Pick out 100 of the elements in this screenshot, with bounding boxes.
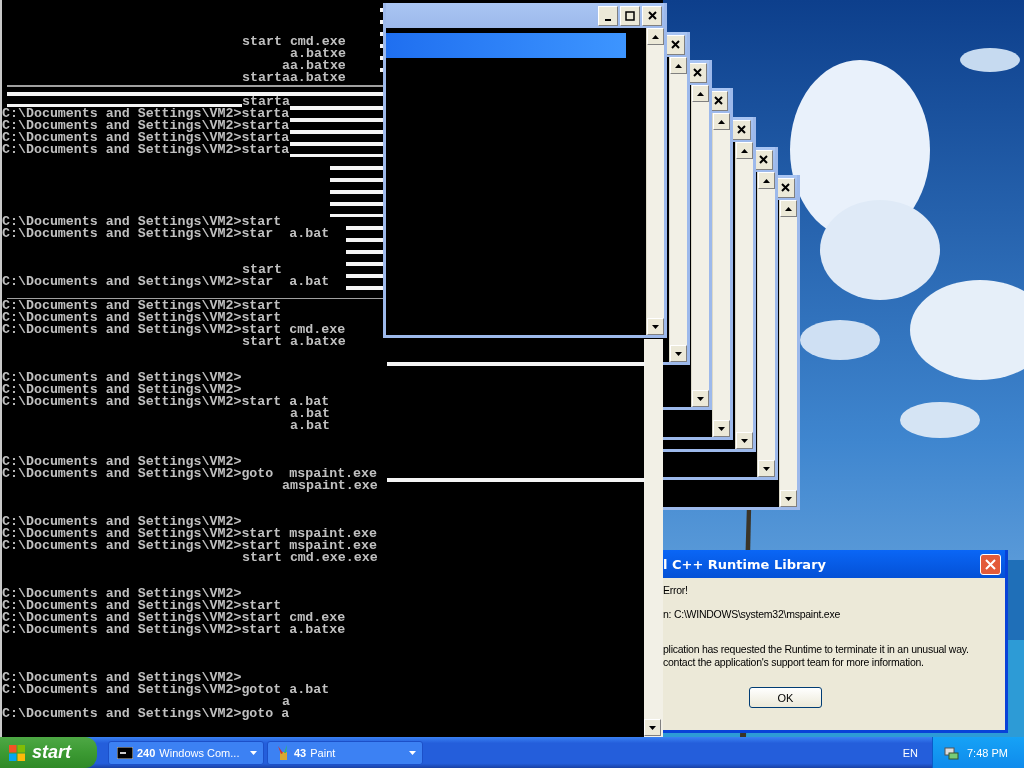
scroll-down-button[interactable] bbox=[647, 318, 664, 335]
console-line: C:\Documents and Settings\VM2> bbox=[2, 588, 242, 600]
up-arrow-icon bbox=[718, 119, 725, 124]
dialog-title: l C++ Runtime Library bbox=[663, 556, 827, 572]
close-button[interactable] bbox=[731, 119, 751, 140]
console-line: C:\Documents and Settings\VM2>start bbox=[2, 300, 282, 312]
scrollbar[interactable] bbox=[779, 200, 797, 507]
up-arrow-icon bbox=[741, 148, 748, 153]
glitch-line bbox=[330, 214, 385, 217]
close-button[interactable] bbox=[642, 5, 662, 26]
scroll-up-button[interactable] bbox=[713, 113, 730, 130]
console-line: C:\Documents and Settings\VM2> bbox=[2, 384, 242, 396]
paint-icon bbox=[276, 744, 290, 761]
scrollbar[interactable] bbox=[644, 339, 663, 737]
task-label: Paint bbox=[310, 746, 337, 759]
window-count: 240 bbox=[137, 746, 156, 759]
console-line: start a.batxe bbox=[242, 336, 346, 348]
console-line: C:\Documents and Settings\VM2>star a.bat bbox=[2, 276, 330, 288]
console-line: a.bat bbox=[290, 420, 330, 432]
close-icon bbox=[780, 183, 790, 192]
close-icon bbox=[985, 558, 996, 570]
console-line: C:\Documents and Settings\VM2> bbox=[2, 372, 242, 384]
scrollbar[interactable] bbox=[691, 85, 709, 407]
scroll-down-button[interactable] bbox=[644, 719, 661, 736]
console-icon bbox=[117, 746, 133, 759]
scrollbar[interactable] bbox=[646, 28, 664, 335]
scroll-down-button[interactable] bbox=[758, 460, 775, 477]
close-icon bbox=[713, 96, 723, 105]
down-arrow-icon bbox=[741, 438, 748, 443]
clock: 7:48 PM bbox=[967, 746, 1008, 759]
up-arrow-icon bbox=[785, 206, 792, 211]
scrollbar[interactable] bbox=[669, 57, 687, 362]
dialog-message: n: C:\WINDOWS\system32\mspaint.exe bbox=[663, 608, 842, 621]
taskbar-button[interactable]: 43 Paint bbox=[267, 740, 423, 765]
close-button[interactable] bbox=[665, 34, 685, 55]
console-line: C:\Documents and Settings\VM2>start cmd.exe bbox=[2, 612, 346, 624]
down-arrow-icon bbox=[649, 725, 656, 730]
down-arrow-icon bbox=[697, 396, 704, 401]
scroll-up-button[interactable] bbox=[647, 28, 664, 45]
network-icon[interactable] bbox=[943, 744, 959, 761]
console-line: C:\Documents and Settings\VM2>gotot a.bat bbox=[2, 684, 330, 696]
console-line: start bbox=[242, 264, 282, 276]
maximize-button[interactable] bbox=[620, 5, 640, 26]
console-line: C:\Documents and Settings\VM2>start a.bat bbox=[2, 396, 330, 408]
scrollbar[interactable] bbox=[735, 142, 753, 449]
console-line: aa.batxe bbox=[282, 60, 346, 72]
console-line: amspaint.exe bbox=[282, 480, 378, 492]
console-line: C:\Documents and Settings\VM2>starta bbox=[2, 120, 290, 132]
scrollbar[interactable] bbox=[757, 172, 775, 477]
close-icon bbox=[736, 125, 746, 134]
console-line: starta bbox=[242, 96, 290, 108]
console-line: C:\Documents and Settings\VM2>start mspaint.exe bbox=[2, 540, 378, 552]
scroll-up-button[interactable] bbox=[758, 172, 775, 189]
close-icon bbox=[647, 11, 657, 20]
minimize-button[interactable] bbox=[598, 5, 618, 26]
scroll-down-button[interactable] bbox=[713, 420, 730, 437]
scrollbar[interactable] bbox=[712, 113, 730, 437]
language-indicator[interactable]: EN bbox=[902, 746, 918, 759]
dialog-message: Error! bbox=[663, 584, 689, 597]
scroll-down-button[interactable] bbox=[670, 345, 687, 362]
down-arrow-icon bbox=[652, 324, 659, 329]
scroll-up-button[interactable] bbox=[670, 57, 687, 74]
start-button[interactable]: start bbox=[0, 737, 97, 768]
console-line: a.batxe bbox=[290, 48, 346, 60]
console-line: C:\Documents and Settings\VM2>start a.batxe bbox=[2, 624, 346, 636]
down-arrow-icon bbox=[718, 426, 725, 431]
scroll-up-button[interactable] bbox=[736, 142, 753, 159]
down-arrow-icon bbox=[675, 351, 682, 356]
window-count: 43 bbox=[294, 746, 307, 759]
console-line: C:\Documents and Settings\VM2>starta bbox=[2, 132, 290, 144]
up-arrow-icon bbox=[652, 34, 659, 39]
scroll-up-button[interactable] bbox=[780, 200, 797, 217]
console-line: C:\Documents and Settings\VM2>start bbox=[2, 216, 282, 228]
console-line: C:\Documents and Settings\VM2>star a.bat bbox=[2, 228, 330, 240]
up-arrow-icon bbox=[763, 178, 770, 183]
console-line: C:\Documents and Settings\VM2>starta bbox=[2, 108, 290, 120]
console-line: C:\Documents and Settings\VM2>start mspaint.exe bbox=[2, 528, 378, 540]
down-arrow-icon bbox=[763, 466, 770, 471]
minimize-icon bbox=[605, 18, 611, 21]
console-line: C:\Documents and Settings\VM2>start bbox=[2, 312, 282, 324]
task-label: Windows Com... bbox=[159, 746, 241, 759]
console-line: a bbox=[282, 696, 290, 708]
up-arrow-icon bbox=[697, 91, 704, 96]
ok-button[interactable]: OK bbox=[749, 687, 822, 708]
caret-icon bbox=[409, 750, 416, 755]
scroll-down-button[interactable] bbox=[692, 390, 709, 407]
maximize-icon bbox=[625, 10, 635, 21]
console-line: a.bat bbox=[290, 408, 330, 420]
up-arrow-icon bbox=[675, 63, 682, 68]
down-arrow-icon bbox=[785, 496, 792, 501]
close-icon bbox=[692, 68, 702, 77]
scroll-down-button[interactable] bbox=[736, 432, 753, 449]
console-line: C:\Documents and Settings\VM2> bbox=[2, 516, 242, 528]
scroll-up-button[interactable] bbox=[692, 85, 709, 102]
console-line: C:\Documents and Settings\VM2>goto a bbox=[2, 708, 290, 720]
scroll-down-button[interactable] bbox=[780, 490, 797, 507]
console-line: C:\Documents and Settings\VM2>starta bbox=[2, 144, 290, 156]
console-line: C:\Documents and Settings\VM2> bbox=[2, 456, 242, 468]
taskbar-button[interactable]: 240 Windows Com... bbox=[108, 740, 264, 765]
console-line: start cmd.exe bbox=[242, 36, 346, 48]
